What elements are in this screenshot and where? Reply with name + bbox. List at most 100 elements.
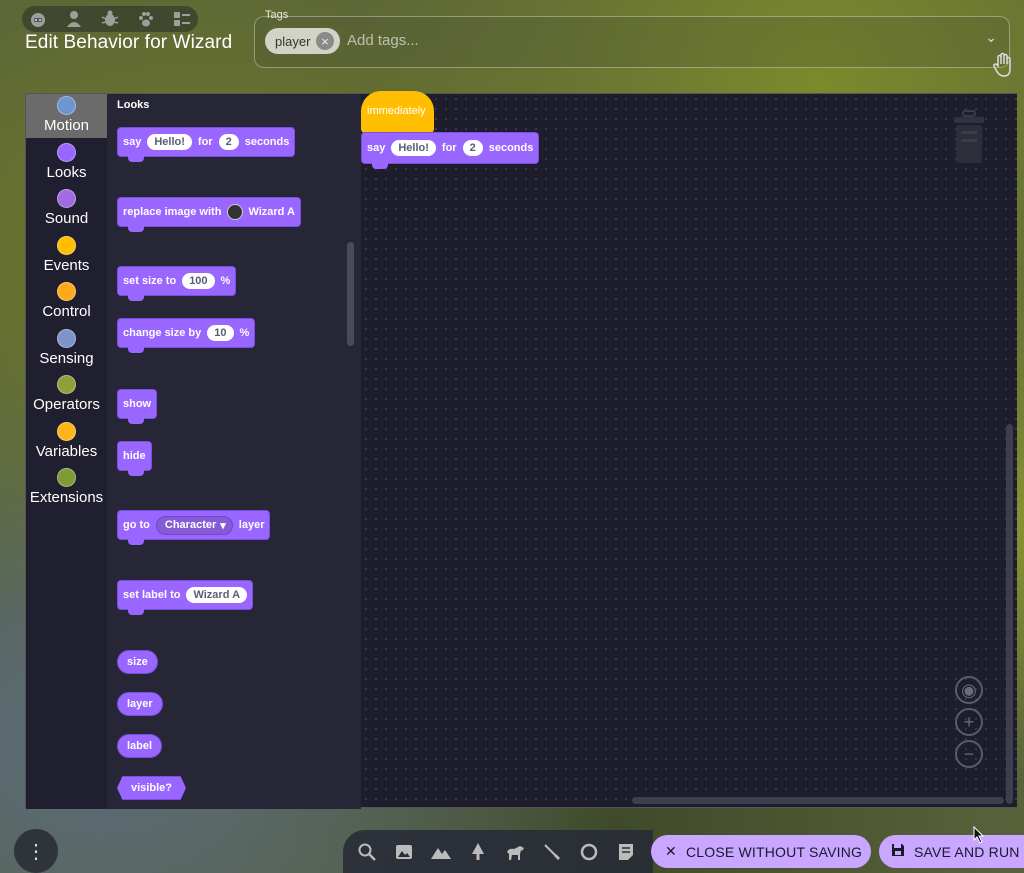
category-operators[interactable]: Operators [26,373,107,417]
size-input[interactable]: 100 [182,273,215,289]
horse-icon[interactable] [501,838,528,865]
layer-reporter[interactable]: layer [117,692,163,716]
layer-dropdown[interactable]: Character ▾ [155,515,233,535]
block-text: replace image with [123,206,222,218]
message-input[interactable]: Hello! [147,134,192,150]
category-label: Sensing [39,350,94,367]
category-variables[interactable]: Variables [26,420,107,464]
recenter-icon[interactable]: ◉ [955,676,983,704]
label-reporter[interactable]: label [117,734,163,758]
category-dot [57,375,76,394]
seconds-input[interactable]: 2 [462,140,483,156]
block-text: seconds [488,142,534,154]
search-icon[interactable] [353,838,380,865]
category-label: Looks [46,164,87,181]
image-icon[interactable] [390,838,417,865]
flyout-scrollbar[interactable] [347,242,354,346]
block-text: seconds [244,136,290,148]
category-dot [57,236,76,255]
block-text: label [127,740,153,752]
category-extensions[interactable]: Extensions [26,466,107,510]
category-dot [57,143,76,162]
hand-icon[interactable] [992,52,1016,78]
category-menu: Motion Looks Sound Events Control Sensin… [26,94,107,809]
close-icon[interactable]: × [316,32,334,50]
close-button-label: CLOSE WITHOUT SAVING [685,843,863,860]
trash-can-icon[interactable] [951,109,987,165]
tags-label: Tags [265,9,289,21]
script-workspace[interactable]: immediately say Hello! for 2 seconds ◉ +… [361,91,1017,807]
replace-image-block[interactable]: replace image with Wizard A [117,197,301,232]
block-text: layer [127,698,153,710]
block-text: size [127,656,148,668]
note-icon[interactable] [612,838,639,865]
category-sound[interactable]: Sound [26,187,107,231]
set-size-block[interactable]: set size to 100 % [117,266,237,301]
category-dot [57,96,76,115]
more-menu-button[interactable]: ⋮ [14,829,58,873]
visible-boolean[interactable]: visible? [117,776,186,800]
category-dot [57,422,76,441]
mountain-icon[interactable] [427,838,454,865]
change-size-block[interactable]: change size by 10 % [117,318,256,353]
block-text: for [441,142,457,154]
zoom-out-icon[interactable]: − [955,740,983,768]
costume-thumbnail [227,204,244,220]
block-text: hide [123,450,146,462]
block-text: say [123,136,142,148]
seconds-input[interactable]: 2 [218,134,239,150]
save-and-run-button[interactable]: SAVE AND RUN [879,835,1024,868]
label-input[interactable]: Wizard A [186,587,248,603]
brush-icon[interactable] [538,838,565,865]
category-label: Sound [44,210,89,227]
category-dot [57,282,76,301]
header-icon-bar [22,6,198,32]
show-block[interactable]: show [117,389,158,424]
category-sensing[interactable]: Sensing [26,327,107,371]
block-text: go to [123,519,150,531]
category-control[interactable]: Control [26,280,107,324]
close-without-saving-button[interactable]: ✕ CLOSE WITHOUT SAVING [651,835,871,868]
chevron-down-icon[interactable]: ⌄ [985,29,997,46]
category-motion[interactable]: Motion [26,94,107,138]
workspace-horizontal-scrollbar[interactable] [632,797,1004,804]
bottom-toolbar [343,830,653,873]
loop-icon[interactable] [575,838,602,865]
immediately-hat-block[interactable]: immediately [361,91,434,133]
close-icon: ✕ [665,843,677,859]
paw-icon[interactable] [134,7,158,31]
block-text: for [197,136,213,148]
workspace-vertical-scrollbar[interactable] [1006,424,1013,804]
tag-chip-player[interactable]: player × [265,28,340,54]
block-text: set size to [123,275,177,287]
add-tags-input[interactable]: Add tags... [347,32,419,49]
robot-icon[interactable] [26,7,50,31]
category-label: Control [42,303,91,320]
message-input[interactable]: Hello! [391,140,436,156]
list-icon[interactable] [170,7,194,31]
say-for-seconds-block[interactable]: say Hello! for 2 seconds [117,127,296,162]
zoom-in-icon[interactable]: + [955,708,983,736]
workspace-say-block[interactable]: say Hello! for 2 seconds [361,132,540,169]
page-title: Edit Behavior for Wizard [25,32,233,53]
size-change-input[interactable]: 10 [207,325,234,341]
costume-name: Wizard A [248,206,295,218]
category-label: Events [43,257,90,274]
category-looks[interactable]: Looks [26,141,107,185]
person-icon[interactable] [62,7,86,31]
hide-block[interactable]: hide [117,441,152,476]
caret-down-icon: ▾ [220,519,226,532]
costume-dropdown[interactable]: Wizard A [227,204,295,220]
go-to-layer-block[interactable]: go to Character ▾ layer [117,510,271,545]
block-text: show [123,398,152,410]
set-label-block[interactable]: set label to Wizard A [117,580,254,615]
category-events[interactable]: Events [26,234,107,278]
mouse-pointer-icon [973,825,985,844]
category-dot [57,189,76,208]
tree-icon[interactable] [464,838,491,865]
bug-icon[interactable] [98,7,122,31]
block-text: visible? [131,782,172,794]
block-text: layer [238,519,265,531]
size-reporter[interactable]: size [117,650,158,674]
tag-chip-label: player [275,33,311,49]
